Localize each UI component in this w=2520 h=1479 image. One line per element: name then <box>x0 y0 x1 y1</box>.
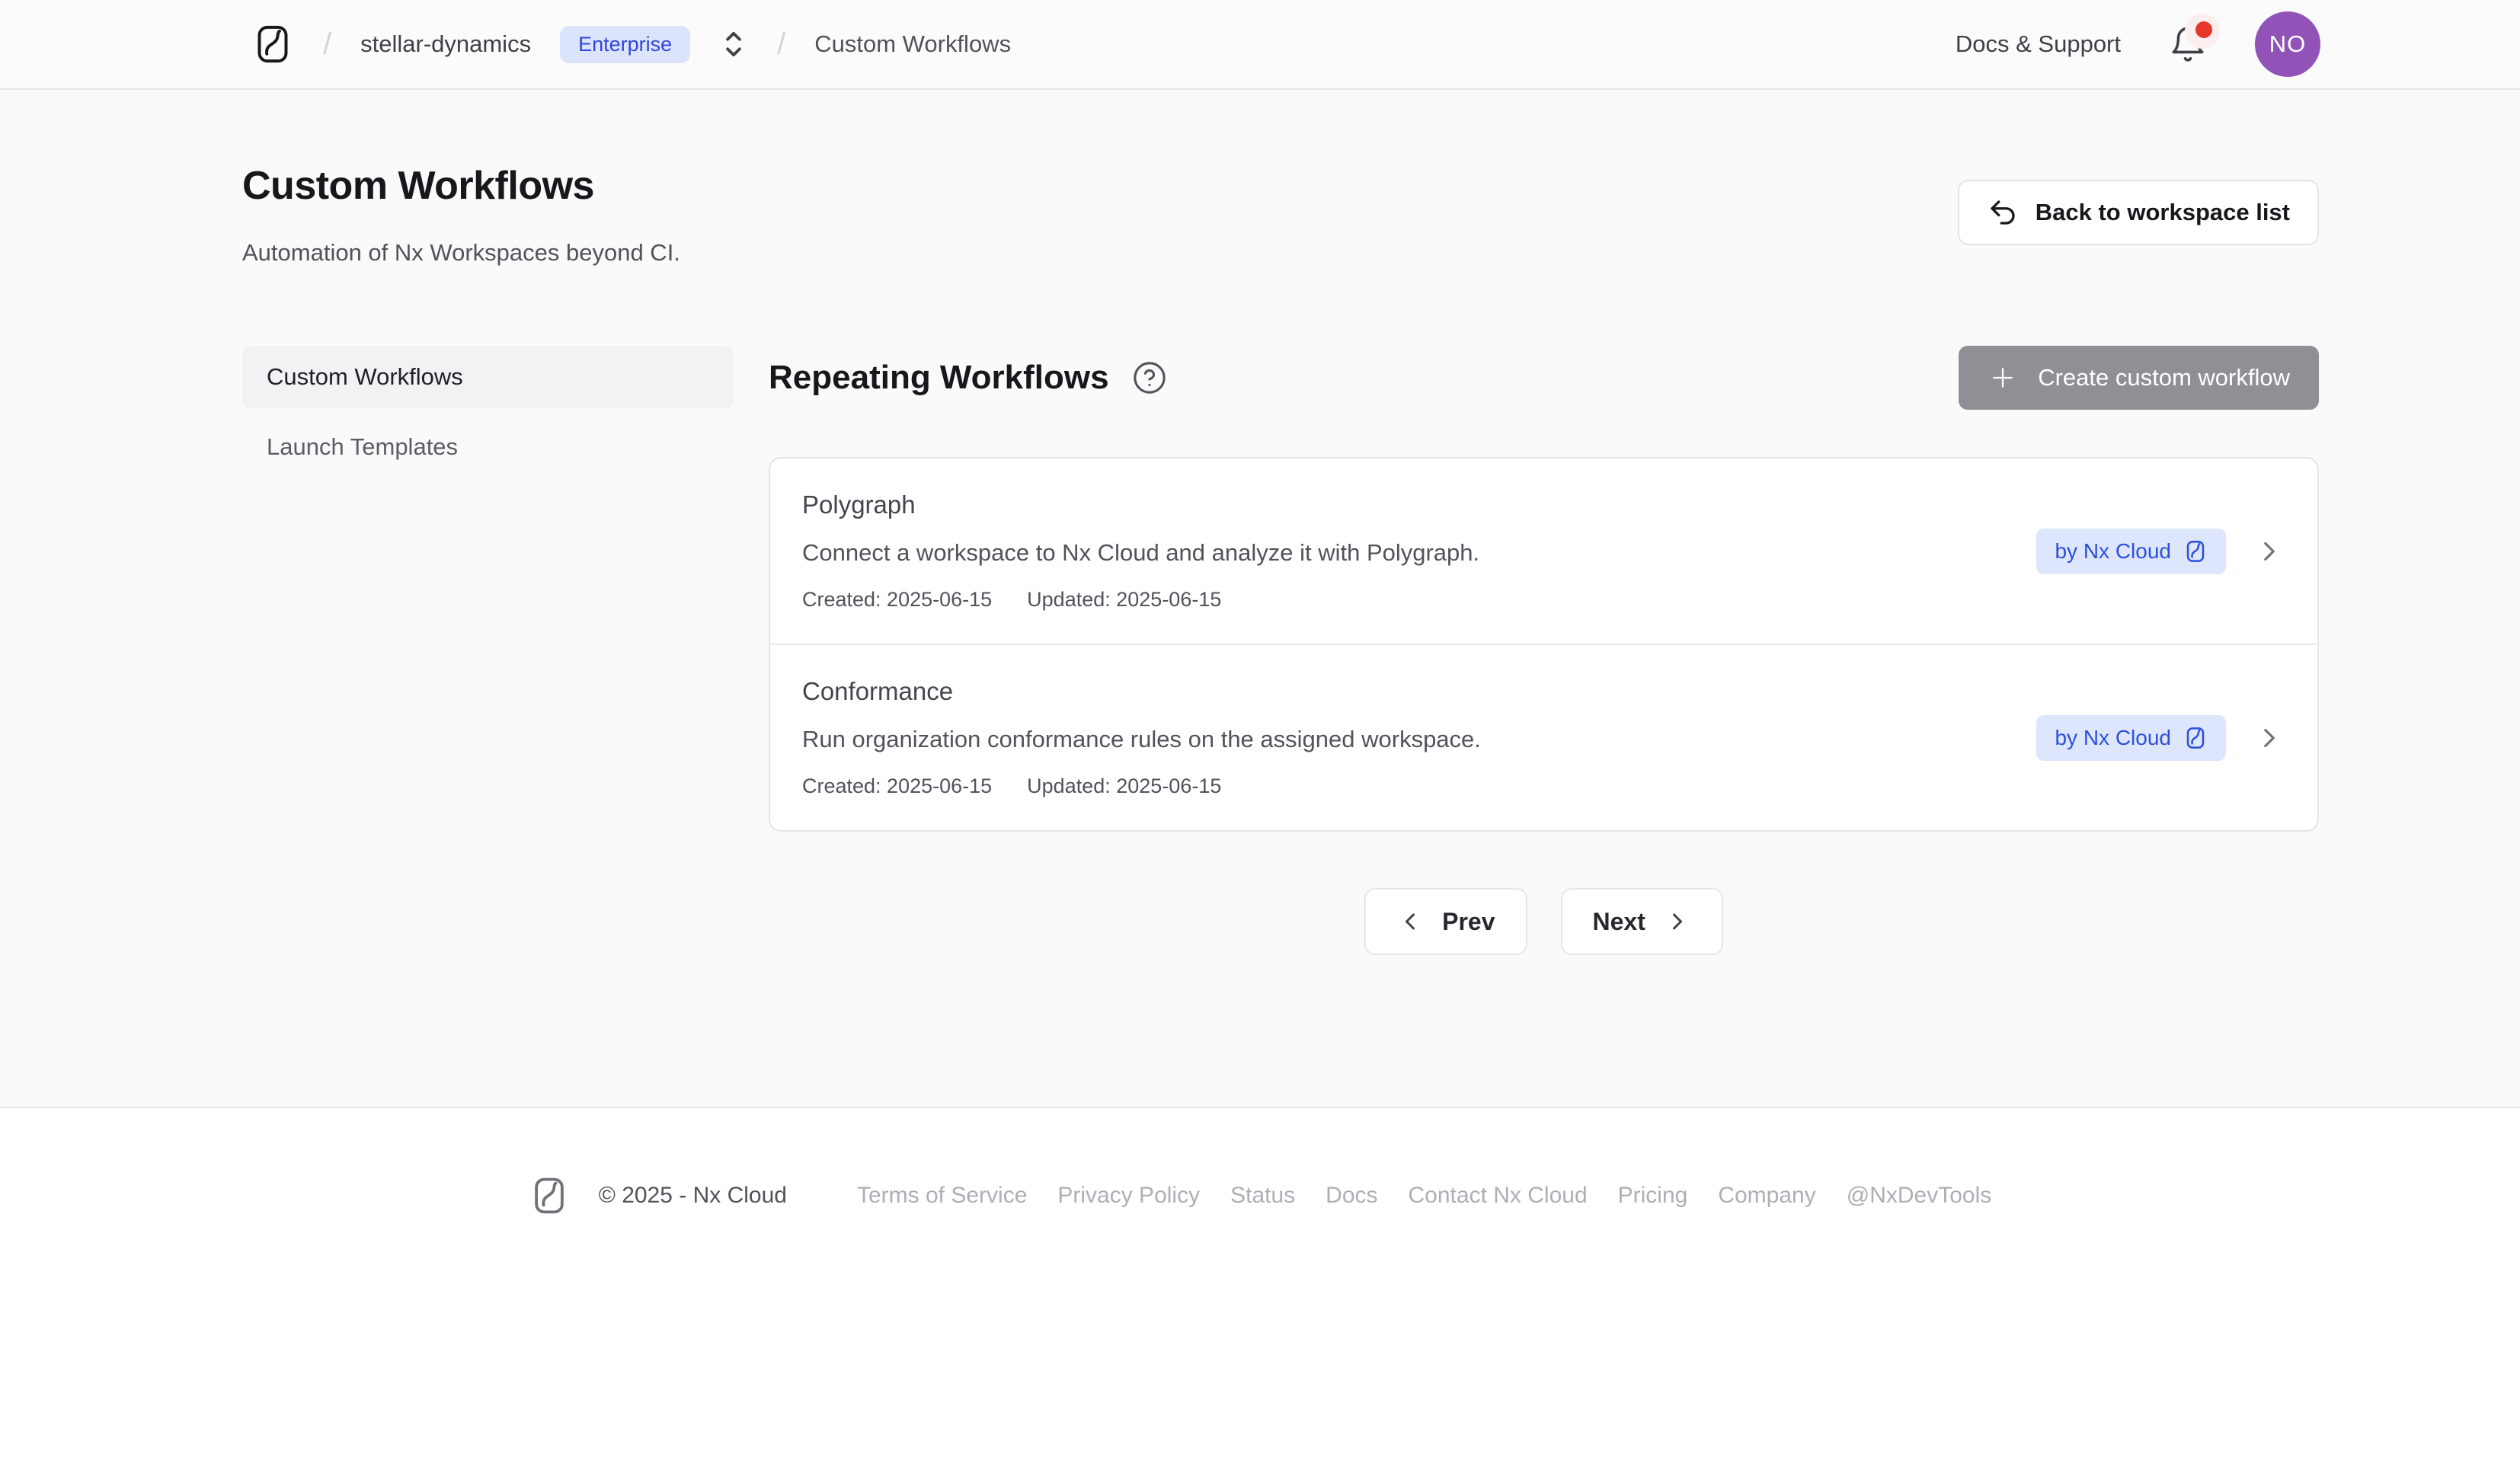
docs-support-link[interactable]: Docs & Support <box>1956 30 2121 58</box>
workspace-name[interactable]: stellar-dynamics <box>360 30 531 58</box>
notifications-button[interactable] <box>2165 21 2211 67</box>
workflow-list: Polygraph Connect a workspace to Nx Clou… <box>769 457 2319 832</box>
next-page-button[interactable]: Next <box>1561 888 1723 955</box>
workflow-row-conformance[interactable]: Conformance Run organization conformance… <box>770 644 2317 830</box>
create-button-label: Create custom workflow <box>2038 364 2290 391</box>
footer-link-terms[interactable]: Terms of Service <box>857 1183 1027 1209</box>
chevron-right-icon[interactable] <box>2253 535 2285 567</box>
page-header: Custom Workflows Automation of Nx Worksp… <box>242 163 2319 267</box>
section-heading: Repeating Workflows <box>769 359 1109 397</box>
workflow-name: Conformance <box>802 677 2036 706</box>
create-custom-workflow-button[interactable]: Create custom workflow <box>1959 346 2319 410</box>
badge-label: by Nx Cloud <box>2055 539 2171 564</box>
page-title: Custom Workflows <box>242 163 680 209</box>
footer-inner: © 2025 - Nx Cloud Terms of Service Priva… <box>529 1174 1992 1218</box>
back-to-workspace-list-button[interactable]: Back to workspace list <box>1958 180 2319 245</box>
footer-link-company[interactable]: Company <box>1718 1183 1815 1209</box>
avatar[interactable]: NO <box>2255 11 2320 77</box>
page-subtitle: Automation of Nx Workspaces beyond CI. <box>242 239 680 267</box>
by-nx-cloud-badge[interactable]: by Nx Cloud <box>2036 715 2226 761</box>
nx-logo-icon <box>2183 538 2208 564</box>
chevron-left-icon <box>1396 908 1424 935</box>
footer-link-privacy[interactable]: Privacy Policy <box>1057 1183 1200 1209</box>
undo-arrow-icon <box>1987 196 2019 228</box>
workflow-description: Run organization conformance rules on th… <box>802 726 2036 753</box>
sidebar-item-launch-templates[interactable]: Launch Templates <box>242 416 734 478</box>
by-nx-cloud-badge[interactable]: by Nx Cloud <box>2036 529 2226 574</box>
workflow-info: Polygraph Connect a workspace to Nx Clou… <box>802 490 2036 612</box>
breadcrumb: / stellar-dynamics Enterprise / Custom W… <box>251 21 1011 67</box>
nx-logo-icon <box>529 1174 570 1218</box>
workflow-updated: Updated: 2025-06-15 <box>1027 588 1221 612</box>
workflow-row-actions: by Nx Cloud <box>2036 529 2285 574</box>
content-area: Custom Workflows Automation of Nx Worksp… <box>0 90 2520 1107</box>
notification-dot <box>2195 21 2212 38</box>
chevron-right-icon[interactable] <box>2253 722 2285 754</box>
workflow-updated: Updated: 2025-06-15 <box>1027 775 1221 798</box>
workflow-name: Polygraph <box>802 490 2036 519</box>
body-row: Custom Workflows Launch Templates Repeat… <box>242 346 2319 955</box>
page: / stellar-dynamics Enterprise / Custom W… <box>0 0 2520 1479</box>
pagination: Prev Next <box>769 888 2319 955</box>
workflow-description: Connect a workspace to Nx Cloud and anal… <box>802 539 2036 567</box>
chevron-up-down-icon[interactable] <box>719 27 748 61</box>
main-header: Repeating Workflows Create c <box>769 346 2319 410</box>
workflow-created: Created: 2025-06-15 <box>802 775 992 798</box>
breadcrumb-current-page: Custom Workflows <box>814 30 1011 58</box>
footer: © 2025 - Nx Cloud Terms of Service Priva… <box>0 1107 2520 1479</box>
back-button-label: Back to workspace list <box>2036 199 2290 226</box>
footer-link-status[interactable]: Status <box>1230 1183 1295 1209</box>
nx-logo-icon <box>2183 725 2208 751</box>
sidebar-item-label: Custom Workflows <box>267 363 463 391</box>
copyright-text: © 2025 - Nx Cloud <box>599 1183 787 1209</box>
section-sidebar: Custom Workflows Launch Templates <box>242 346 734 478</box>
footer-link-pricing[interactable]: Pricing <box>1618 1183 1688 1209</box>
workflow-dates: Created: 2025-06-15 Updated: 2025-06-15 <box>802 775 2036 798</box>
badge-label: by Nx Cloud <box>2055 726 2171 750</box>
prev-page-button[interactable]: Prev <box>1364 888 1527 955</box>
plus-icon <box>1988 363 2018 393</box>
workflow-dates: Created: 2025-06-15 Updated: 2025-06-15 <box>802 588 2036 612</box>
workflow-created: Created: 2025-06-15 <box>802 588 992 612</box>
breadcrumb-separator: / <box>323 27 331 62</box>
nx-logo-icon[interactable] <box>251 21 294 67</box>
page-title-block: Custom Workflows Automation of Nx Worksp… <box>242 163 680 267</box>
sidebar-item-label: Launch Templates <box>267 433 458 461</box>
footer-link-docs[interactable]: Docs <box>1326 1183 1377 1209</box>
prev-label: Prev <box>1442 908 1495 936</box>
footer-link-contact[interactable]: Contact Nx Cloud <box>1409 1183 1588 1209</box>
sidebar-item-custom-workflows[interactable]: Custom Workflows <box>242 346 734 408</box>
help-circle-icon[interactable] <box>1132 360 1167 395</box>
workflow-row-polygraph[interactable]: Polygraph Connect a workspace to Nx Clou… <box>770 458 2317 644</box>
top-navbar: / stellar-dynamics Enterprise / Custom W… <box>0 0 2520 90</box>
footer-link-nxdevtools[interactable]: @NxDevTools <box>1847 1183 1992 1209</box>
footer-links: Terms of Service Privacy Policy Status D… <box>857 1183 1991 1209</box>
workflow-info: Conformance Run organization conformance… <box>802 677 2036 798</box>
navbar-actions: Docs & Support NO <box>1956 11 2320 77</box>
workflow-row-actions: by Nx Cloud <box>2036 715 2285 761</box>
plan-badge: Enterprise <box>560 26 690 63</box>
next-label: Next <box>1593 908 1645 936</box>
main-column: Repeating Workflows Create c <box>769 346 2319 955</box>
chevron-right-icon <box>1664 908 1691 935</box>
breadcrumb-separator: / <box>777 27 785 62</box>
